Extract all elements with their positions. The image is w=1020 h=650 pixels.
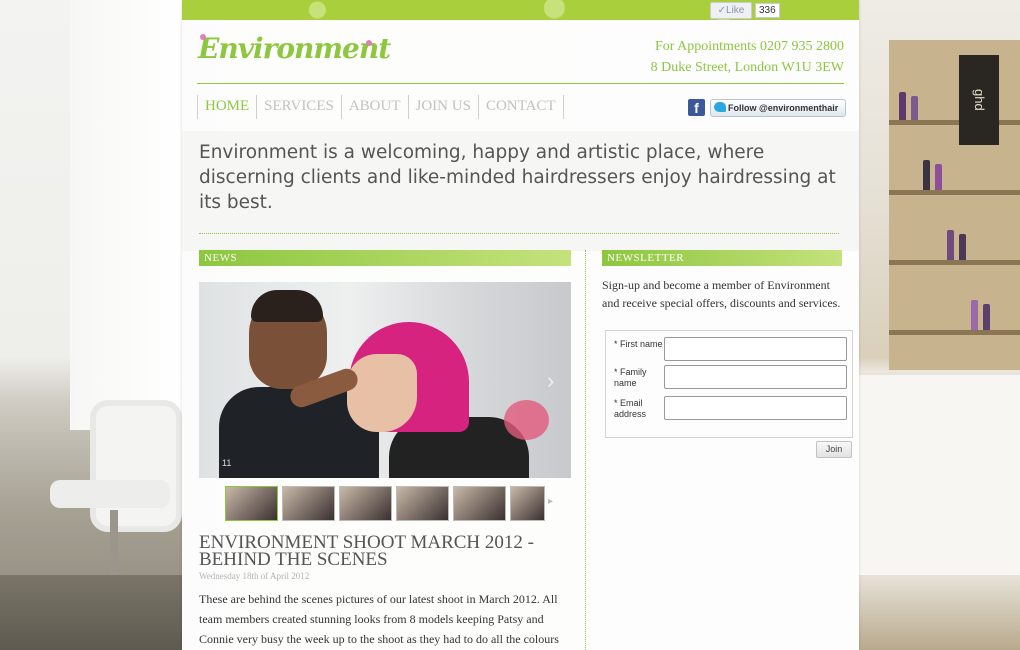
background-shelving <box>889 40 1020 370</box>
background-chair-back <box>90 400 182 532</box>
facebook-like-button[interactable]: ✓Like <box>710 2 752 19</box>
background-chair-seat <box>50 480 170 508</box>
intro-divider <box>199 233 839 234</box>
newsletter-column: NEWSLETTER Sign-up and become a member o… <box>602 250 853 458</box>
background-shelf <box>889 190 1020 195</box>
first-name-label: * First name <box>614 339 663 349</box>
column-divider <box>585 250 586 650</box>
slideshow-thumbnail[interactable] <box>510 486 545 521</box>
family-name-label: * Family name <box>614 367 647 388</box>
appointments-phone: For Appointments 0207 935 2800 <box>654 39 844 54</box>
nav-about[interactable]: ABOUT <box>340 95 409 119</box>
slideshow-thumbnail[interactable] <box>396 486 449 521</box>
first-name-field[interactable] <box>664 337 847 361</box>
like-count: 336 <box>755 3 780 18</box>
background-counter <box>859 372 1020 575</box>
email-label: * Email address <box>614 398 647 419</box>
background-salon-left <box>0 0 182 650</box>
slideshow-thumbnail[interactable] <box>453 486 506 521</box>
join-button[interactable]: Join <box>816 441 852 458</box>
header-divider <box>197 83 844 84</box>
page-container: ✓Like 336 Environment For Appointments 0… <box>182 0 859 650</box>
nav-contact[interactable]: CONTACT <box>477 95 564 119</box>
news-article-title[interactable]: ENVIRONMENT SHOOT MARCH 2012 - BEHIND TH… <box>199 533 571 569</box>
contact-info: For Appointments 0207 935 2800 8 Duke St… <box>651 36 844 78</box>
email-field[interactable] <box>664 396 847 420</box>
background-shelf <box>889 330 1020 335</box>
logo-flower-icon <box>366 40 372 46</box>
logo-text: Environment <box>198 32 391 65</box>
background-bottle <box>935 164 942 190</box>
photo-background-flowers <box>504 400 549 440</box>
background-bottle <box>899 92 906 120</box>
background-wall <box>70 0 182 430</box>
twitter-bird-icon <box>714 102 726 112</box>
news-slideshow-image[interactable]: 11 › <box>199 282 571 478</box>
intro-text: Environment is a welcoming, happy and ar… <box>199 142 836 213</box>
thumbnails-next-arrow-icon[interactable]: ▸ <box>548 496 553 507</box>
twitter-follow-label: Follow @environmenthair <box>728 103 839 113</box>
background-bottle <box>983 304 990 330</box>
nav-home[interactable]: HOME <box>197 95 258 119</box>
newsletter-form: * First name * Family name * Email addre… <box>605 330 853 438</box>
nav-join-us[interactable]: JOIN US <box>407 95 479 119</box>
twitter-follow-button[interactable]: Follow @environmenthair <box>710 99 846 117</box>
facebook-icon[interactable]: f <box>688 99 705 116</box>
background-bottle <box>911 96 918 120</box>
family-name-field[interactable] <box>664 365 847 389</box>
news-article-date: Wednesday 18th of April 2012 <box>199 571 310 581</box>
background-ghd-sign: ghd <box>959 55 999 145</box>
nav-services[interactable]: SERVICES <box>256 95 342 119</box>
slideshow-thumbnail[interactable] <box>225 486 278 521</box>
background-salon-right: ghd <box>859 0 1020 650</box>
news-article-body: These are behind the scenes pictures of … <box>199 592 559 646</box>
background-bottle <box>947 230 954 260</box>
slideshow-thumbnail[interactable] <box>339 486 392 521</box>
address: 8 Duke Street, London W1U 3EW <box>650 60 844 75</box>
background-bottle <box>971 300 978 330</box>
background-floor <box>0 575 182 650</box>
newsletter-intro: Sign-up and become a member of Environme… <box>602 278 841 310</box>
slide-number: 11 <box>222 458 232 468</box>
main-nav: HOME SERVICES ABOUT JOIN US CONTACT <box>197 95 564 119</box>
slide-next-arrow-icon[interactable]: › <box>547 368 554 394</box>
background-bottle <box>959 234 966 260</box>
logo-flower-icon <box>200 34 206 40</box>
logo[interactable]: Environment <box>198 30 391 75</box>
slideshow-thumbnails <box>225 486 545 521</box>
background-shelf <box>889 260 1020 265</box>
news-column: NEWS 11 › ▸ ENVIRONMENT SHOOT MARCH 2012… <box>199 250 571 646</box>
photo-stylist-hair <box>251 290 323 322</box>
background-shelf <box>889 120 1020 125</box>
newsletter-heading: NEWSLETTER <box>602 250 842 266</box>
photo-model-face <box>347 354 417 432</box>
slideshow-thumbnail[interactable] <box>282 486 335 521</box>
news-heading: NEWS <box>199 250 571 266</box>
background-bottle <box>923 160 930 190</box>
